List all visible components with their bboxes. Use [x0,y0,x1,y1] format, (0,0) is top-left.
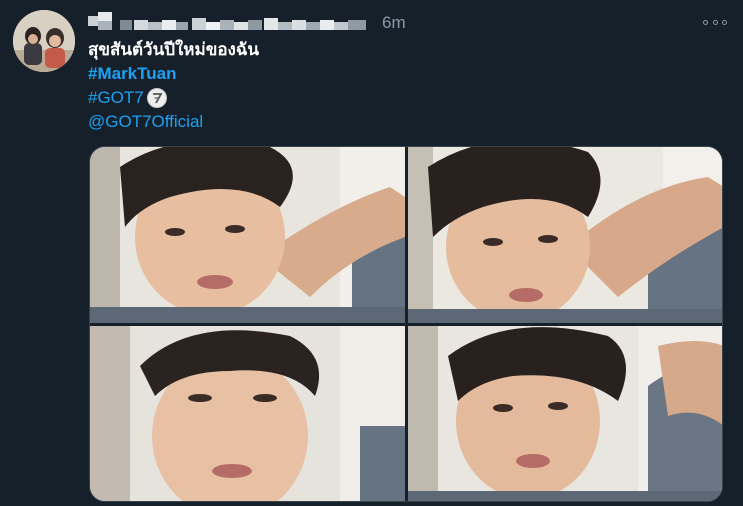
hashtag-got7[interactable]: #GOT7 [88,86,144,110]
avatar[interactable] [13,10,75,72]
media-photo-4[interactable] [408,326,722,501]
media-grid [89,146,723,502]
tweet-text-thai: สุขสันต์วันปีใหม่ของฉัน [88,40,260,59]
hashtag-marktuan[interactable]: #MarkTuan [88,62,259,86]
more-options-icon[interactable] [703,14,727,30]
hashtag-got7-row: #GOT7 [88,86,259,110]
media-photo-2[interactable] [408,147,722,323]
mention-got7official[interactable]: @GOT7Official [88,110,259,134]
tweet-text: สุขสันต์วันปีใหม่ของฉัน #MarkTuan #GOT7 … [88,38,259,134]
media-photo-3[interactable] [90,326,405,501]
got7-logo-emoji [146,88,167,108]
tweet-header: 6m [88,10,406,36]
tweet-card[interactable]: 6m สุขสันต์วันปีใหม่ของฉัน #MarkTuan #GO… [0,0,743,506]
tweet-timestamp[interactable]: 6m [382,13,406,33]
redacted-user-name[interactable] [88,12,368,34]
media-photo-1[interactable] [90,147,405,323]
